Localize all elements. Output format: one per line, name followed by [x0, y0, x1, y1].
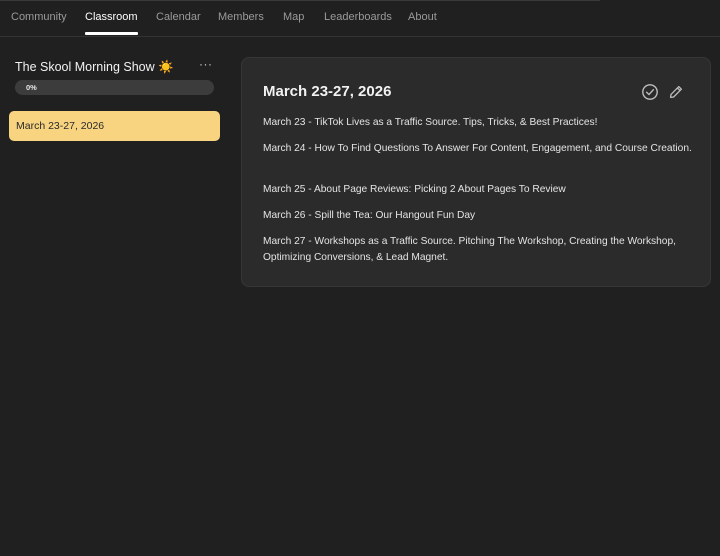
check-circle-icon[interactable] — [641, 83, 659, 101]
lesson-line: March 26 - Spill the Tea: Our Hangout Fu… — [263, 210, 476, 221]
more-options-button[interactable]: ··· — [199, 58, 217, 73]
course-progress-bar: 0% — [15, 80, 214, 95]
tab-members[interactable]: Members — [218, 11, 264, 35]
tab-community[interactable]: Community — [11, 11, 67, 35]
tab-leaderboards[interactable]: Leaderboards — [324, 11, 392, 35]
lesson-line: March 27 - Workshops as a Traffic Source… — [263, 236, 676, 263]
top-navigation: Community Classroom Calendar Members Map… — [0, 0, 720, 37]
tab-calendar[interactable]: Calendar — [156, 11, 201, 35]
tab-map[interactable]: Map — [283, 11, 304, 35]
lesson-content-card: March 23-27, 2026 March 23 - TikTok Live… — [241, 57, 711, 287]
tab-classroom[interactable]: Classroom — [85, 11, 138, 35]
lesson-line: March 24 - How To Find Questions To Answ… — [263, 143, 692, 154]
pencil-icon[interactable] — [667, 83, 685, 101]
tab-about[interactable]: About — [408, 11, 437, 35]
lesson-line: March 23 - TikTok Lives as a Traffic Sou… — [263, 117, 598, 128]
lesson-item-label: March 23-27, 2026 — [16, 120, 105, 132]
course-title: The Skool Morning Show ☀️ — [15, 60, 174, 74]
lesson-item-selected[interactable]: March 23-27, 2026 — [9, 111, 220, 141]
progress-label: 0% — [26, 83, 37, 92]
lesson-line: March 25 - About Page Reviews: Picking 2… — [263, 184, 566, 195]
lesson-title: March 23-27, 2026 — [263, 83, 392, 100]
